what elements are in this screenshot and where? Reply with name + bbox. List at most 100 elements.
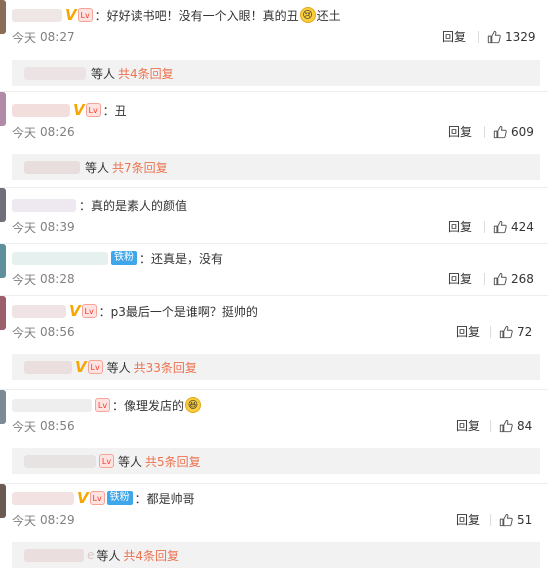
- comment-meta: 今天 08:29: [12, 511, 75, 529]
- comment-line: V Lv ：丑: [12, 101, 127, 119]
- like-count: 1329: [505, 30, 536, 44]
- like-count: 84: [517, 419, 533, 433]
- like-count: 72: [517, 325, 533, 339]
- reply-button[interactable]: 回复: [448, 218, 472, 236]
- reply-summary[interactable]: 等人 共4条回复: [12, 60, 540, 86]
- comment-meta: 今天 08:56: [12, 417, 75, 435]
- comment-text: ：p3最后一个是谁啊？挺帅的: [98, 304, 258, 319]
- username-blurred[interactable]: [12, 103, 70, 117]
- verified-v-icon: V: [73, 101, 85, 119]
- reply-count-link[interactable]: 共4条回复: [118, 65, 174, 82]
- comment-text: ：都是帅哥: [134, 491, 195, 506]
- reply-button[interactable]: 回复: [456, 417, 480, 435]
- avatar[interactable]: [0, 244, 6, 278]
- comment-item: V Lv ：好好读书吧！没有一个入眼！真的丑 😢 还土 今天 08:27 回复 …: [0, 0, 548, 92]
- like-button[interactable]: 1329: [478, 28, 536, 46]
- verified-v-icon: V: [77, 489, 89, 507]
- reply-count-link[interactable]: 共7条回复: [112, 159, 168, 176]
- reply-summary[interactable]: e 等人 共4条回复: [12, 542, 540, 568]
- comment-time: 08:56: [40, 419, 75, 433]
- reply-button[interactable]: 回复: [448, 123, 472, 141]
- comment-text: ：丑: [102, 103, 127, 118]
- comment-time: 08:29: [40, 513, 75, 527]
- avatar[interactable]: [0, 0, 6, 34]
- comment-time: 08:27: [40, 30, 75, 44]
- avatar[interactable]: [0, 484, 6, 518]
- crying-face-icon: 😢: [299, 7, 316, 23]
- reply-username-blurred[interactable]: [24, 454, 96, 468]
- like-button[interactable]: 72: [490, 323, 532, 341]
- comment-date: 今天: [12, 325, 37, 340]
- like-button[interactable]: 424: [484, 218, 534, 236]
- reply-username-hint: e: [87, 548, 95, 562]
- reply-count-link[interactable]: 共4条回复: [123, 547, 179, 564]
- reply-username-blurred[interactable]: [24, 66, 86, 80]
- level-badge-icon: Lv: [99, 454, 114, 468]
- comment-text: ：真的是素人的颜值: [79, 198, 188, 213]
- reply-username-blurred[interactable]: [24, 548, 84, 562]
- thumbs-up-icon: [487, 30, 501, 44]
- avatar[interactable]: [0, 92, 6, 126]
- comment-time: 08:28: [40, 272, 75, 286]
- reply-count-link[interactable]: 共33条回复: [134, 359, 197, 376]
- comment-text: ：像理发店的: [112, 398, 185, 413]
- reply-summary[interactable]: 等人 共7条回复: [12, 154, 540, 180]
- comment-item: V Lv ：p3最后一个是谁啊？挺帅的 今天 08:56 回复 72 V Lv …: [0, 296, 548, 390]
- avatar[interactable]: [0, 390, 6, 424]
- reply-button[interactable]: 回复: [456, 511, 480, 529]
- comment-item: ：真的是素人的颜值 今天 08:39 回复 424: [0, 188, 548, 244]
- comment-line: V Lv ：好好读书吧！没有一个入眼！真的丑 😢 还土: [12, 6, 341, 24]
- comment-time: 08:56: [40, 325, 75, 339]
- reply-button[interactable]: 回复: [442, 28, 466, 46]
- divider: [484, 273, 485, 285]
- like-button[interactable]: 84: [490, 417, 532, 435]
- like-button[interactable]: 268: [484, 270, 534, 288]
- reply-username-blurred[interactable]: [24, 160, 80, 174]
- username-blurred[interactable]: [12, 304, 66, 318]
- comment-meta: 今天 08:26: [12, 123, 75, 141]
- like-button[interactable]: 609: [484, 123, 534, 141]
- laughing-face-icon: 😆: [185, 397, 202, 413]
- comment-date: 今天: [12, 513, 37, 528]
- like-count: 51: [517, 513, 533, 527]
- reply-summary[interactable]: V Lv 等人 共33条回复: [12, 354, 540, 380]
- reply-deng-ren-label: 等人: [91, 66, 116, 81]
- username-blurred[interactable]: [12, 8, 62, 22]
- divider: [490, 514, 491, 526]
- reply-deng-ren-label: 等人: [96, 548, 121, 563]
- fan-badge: 铁粉: [106, 491, 133, 505]
- username-blurred[interactable]: [12, 198, 76, 212]
- username-blurred[interactable]: [12, 251, 108, 265]
- reply-deng-ren-label: 等人: [85, 160, 110, 175]
- verified-v-icon: V: [69, 302, 81, 320]
- like-button[interactable]: 51: [490, 511, 532, 529]
- reply-button[interactable]: 回复: [448, 270, 472, 288]
- thumbs-up-icon: [499, 325, 513, 339]
- comment-date: 今天: [12, 419, 37, 434]
- username-blurred[interactable]: [12, 491, 74, 505]
- comment-text: ：好好读书吧！没有一个入眼！真的丑: [94, 8, 299, 23]
- avatar[interactable]: [0, 296, 6, 330]
- comment-item: 铁粉 ：还真是，没有 今天 08:28 回复 268: [0, 244, 548, 296]
- divider: [490, 420, 491, 432]
- comment-item: V Lv ：丑 今天 08:26 回复 609 等人 共7条回复: [0, 92, 548, 188]
- comment-meta: 今天 08:27: [12, 28, 75, 46]
- comment-item: V Lv 铁粉 ：都是帅哥 今天 08:29 回复 51 e 等人 共4条回复: [0, 484, 548, 570]
- comment-feed: V Lv ：好好读书吧！没有一个入眼！真的丑 😢 还土 今天 08:27 回复 …: [0, 0, 548, 570]
- level-badge-icon: Lv: [81, 304, 97, 318]
- username-blurred[interactable]: [12, 398, 92, 412]
- divider: [484, 221, 485, 233]
- reply-count-link[interactable]: 共5条回复: [145, 453, 201, 470]
- divider: [484, 126, 485, 138]
- thumbs-up-icon: [493, 272, 507, 286]
- verified-v-icon: V: [75, 358, 87, 376]
- avatar[interactable]: [0, 188, 6, 222]
- verified-v-icon: V: [65, 6, 77, 24]
- comment-line: V Lv ：p3最后一个是谁啊？挺帅的: [12, 302, 258, 320]
- reply-button[interactable]: 回复: [456, 323, 480, 341]
- fan-badge: 铁粉: [111, 251, 137, 265]
- reply-username-blurred[interactable]: [24, 360, 72, 374]
- like-count: 609: [511, 125, 534, 139]
- level-badge-icon: Lv: [85, 103, 101, 117]
- reply-summary[interactable]: Lv 等人 共5条回复: [12, 448, 540, 474]
